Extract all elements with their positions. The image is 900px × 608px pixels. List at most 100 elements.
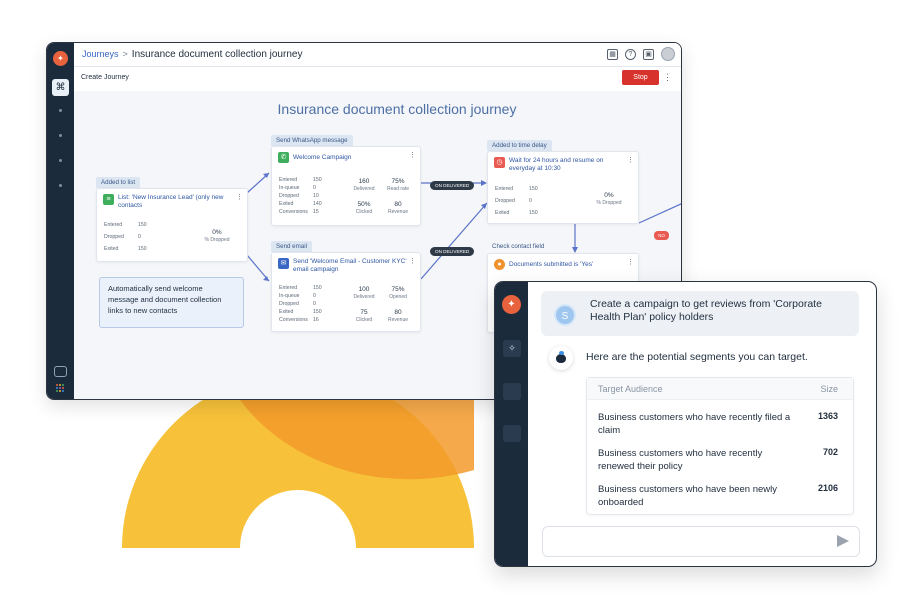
list-icon: ≡ <box>103 194 114 205</box>
list-node-name: List: 'New Insurance Lead' (only new con… <box>118 194 224 209</box>
size-cell: 702 <box>822 447 838 457</box>
metric-label: Opened <box>389 294 407 300</box>
node-menu-icon[interactable]: ⋮ <box>409 151 416 159</box>
stat-value: 150 <box>529 210 538 216</box>
stat-label: In-queue <box>279 293 300 299</box>
user-prompt-bubble: S Create a campaign to get reviews from … <box>541 291 859 336</box>
delay-node-dropped-pct: 0%% Dropped <box>584 192 634 206</box>
pct-value: 0% <box>212 229 222 236</box>
stat-value: 150 <box>138 222 147 228</box>
stage-label-email: Send email <box>271 241 312 252</box>
ai-assistant-icon[interactable]: ✧ <box>503 340 521 357</box>
table-row[interactable]: Business customers who have recently ren… <box>587 440 853 476</box>
metric-value: 75% <box>391 178 405 185</box>
no-branch-badge: NO <box>654 231 669 240</box>
pct-value: 0% <box>604 192 614 199</box>
whatsapp-metric: 160 Delivered <box>348 178 380 192</box>
stat-label: Exited <box>279 201 294 207</box>
stat-label: Entered <box>279 177 298 183</box>
stat-value: 0 <box>138 234 141 240</box>
stat-label: Dropped <box>279 193 299 199</box>
rail-item[interactable] <box>503 383 521 400</box>
whatsapp-node-name: Welcome Campaign <box>293 154 352 161</box>
size-cell: 2106 <box>817 483 838 493</box>
metric-label: Delivered <box>353 294 375 300</box>
metric-value: 100 <box>358 286 370 293</box>
megaphone-icon[interactable]: ✦ <box>502 295 521 314</box>
segments-table: Target Audience Size Business customers … <box>586 377 854 515</box>
metric-label: Clicked <box>355 209 373 215</box>
metric-label: Delivered <box>353 186 375 192</box>
stat-label: Dropped <box>279 301 299 307</box>
whatsapp-metric: 50% Clicked <box>348 201 380 215</box>
stat-value: 16 <box>313 317 319 323</box>
email-node-card[interactable]: ✉ Send 'Welcome Email - Customer KYC' em… <box>271 252 421 332</box>
stat-value: 0 <box>313 301 316 307</box>
stat-value: 10 <box>313 193 319 199</box>
on-delivered-chip: ON DELIVERED <box>430 181 475 190</box>
user-avatar: S <box>554 304 576 326</box>
email-node-stats: Entered 150 In-queue 0 Dropped 0 Exited 150 … <box>279 284 322 324</box>
user-prompt-text: Create a campaign to get reviews from 'C… <box>590 298 822 323</box>
size-cell: 1363 <box>817 411 838 421</box>
node-menu-icon[interactable]: ⋮ <box>627 156 634 164</box>
table-row[interactable]: Business customers who have been newly o… <box>587 476 853 512</box>
whatsapp-node-stats: Entered 150 In-queue 0 Dropped 10 Exited 140… <box>279 176 322 216</box>
table-row[interactable]: Business customers who have recently fil… <box>587 404 853 440</box>
person-icon: ● <box>494 259 505 270</box>
stat-label: Exited <box>279 309 294 315</box>
stat-value: 0 <box>529 198 532 204</box>
email-icon: ✉ <box>278 258 289 269</box>
pct-label: % Dropped <box>596 200 622 206</box>
clock-icon: ◷ <box>494 157 505 168</box>
metric-value: 50% <box>357 201 371 208</box>
ai-chat-window: ✦ ✧ S Create a campaign to get reviews f… <box>494 281 877 567</box>
whatsapp-node-card[interactable]: ✆ Welcome Campaign ⋮ Entered 150 In-queue… <box>271 146 421 226</box>
stat-label: Exited <box>104 246 119 252</box>
node-menu-icon[interactable]: ⋮ <box>409 257 416 265</box>
delay-node-stats: Entered 150 Dropped 0 Exited 150 <box>495 185 538 217</box>
column-header-size: Size <box>820 384 838 394</box>
list-node-header: ≡ List: 'New Insurance Lead' (only new c… <box>103 194 235 210</box>
node-menu-icon[interactable]: ⋮ <box>236 193 243 201</box>
metric-value: 160 <box>358 178 370 185</box>
check-node-header: ● Documents submitted is 'Yes' <box>494 259 626 270</box>
chat-input[interactable] <box>542 526 860 557</box>
list-node-card[interactable]: ≡ List: 'New Insurance Lead' (only new c… <box>96 188 248 262</box>
delay-node-header: ◷ Wait for 24 hours and resume on everyd… <box>494 157 626 173</box>
on-delivered-chip: ON DELIVERED <box>430 247 475 256</box>
audience-cell: Business customers who have recently ren… <box>598 448 763 472</box>
chat-left-rail: ✦ ✧ <box>495 282 528 566</box>
stage-label-check-field: Check contact field <box>492 243 545 250</box>
metric-value: 75% <box>391 286 405 293</box>
table-header: Target Audience Size <box>587 378 853 400</box>
email-metric: 75 Clicked <box>348 309 380 323</box>
metric-label: Clicked <box>355 317 373 323</box>
bot-avatar-icon <box>549 346 573 370</box>
stage-label-whatsapp: Send WhatsApp message <box>271 135 353 146</box>
audience-cell: Business customers who have recently fil… <box>598 412 791 436</box>
whatsapp-icon: ✆ <box>278 152 289 163</box>
stat-label: Entered <box>279 285 298 291</box>
stat-label: Entered <box>495 186 514 192</box>
whatsapp-node-header: ✆ Welcome Campaign <box>278 152 408 163</box>
metric-value: 80 <box>394 309 402 316</box>
list-node-dropped-pct: 0%% Dropped <box>193 229 241 243</box>
stat-label: Conversions <box>279 317 308 323</box>
journey-note: Automatically send welcome message and d… <box>99 277 244 328</box>
check-node-name: Documents submitted is 'Yes' <box>509 261 594 268</box>
stat-value: 140 <box>313 201 322 207</box>
delay-node-card[interactable]: ◷ Wait for 24 hours and resume on everyd… <box>487 151 639 224</box>
stat-value: 150 <box>313 285 322 291</box>
list-node-stats: Entered 150 Dropped 0 Exited 150 <box>104 221 147 253</box>
column-header-audience: Target Audience <box>598 384 663 394</box>
send-icon[interactable] <box>837 535 849 547</box>
email-metric: 80 Revenue <box>382 309 414 323</box>
rail-item[interactable] <box>503 425 521 442</box>
stat-value: 150 <box>313 309 322 315</box>
email-metric: 75% Opened <box>382 286 414 300</box>
node-menu-icon[interactable]: ⋮ <box>627 258 634 266</box>
stage-label-added-to-list: Added to list <box>96 177 141 188</box>
delay-node-name: Wait for 24 hours and resume on everyday… <box>509 157 604 172</box>
stat-value: 150 <box>529 186 538 192</box>
